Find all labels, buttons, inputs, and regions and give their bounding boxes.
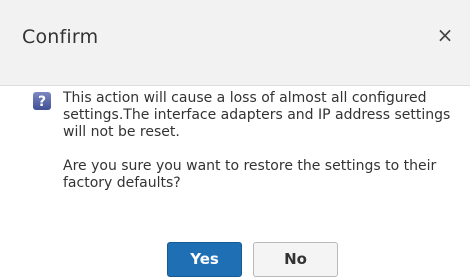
- dialog-title-bar: Confirm ×: [0, 0, 470, 86]
- confirm-dialog: Confirm × ? This action will cause a los…: [0, 0, 470, 277]
- dialog-button-row: Yes No: [0, 242, 470, 277]
- question-icon: ?: [33, 92, 51, 110]
- message-paragraph-warning: This action will cause a loss of almost …: [63, 90, 451, 140]
- message-paragraph-question: Are you sure you want to restore the set…: [63, 158, 437, 191]
- dialog-title: Confirm: [22, 26, 99, 48]
- close-icon[interactable]: ×: [434, 24, 456, 46]
- dialog-message: This action will cause a loss of almost …: [63, 90, 463, 192]
- svg-text:?: ?: [38, 94, 46, 110]
- yes-button[interactable]: Yes: [167, 242, 242, 277]
- no-button[interactable]: No: [253, 242, 338, 277]
